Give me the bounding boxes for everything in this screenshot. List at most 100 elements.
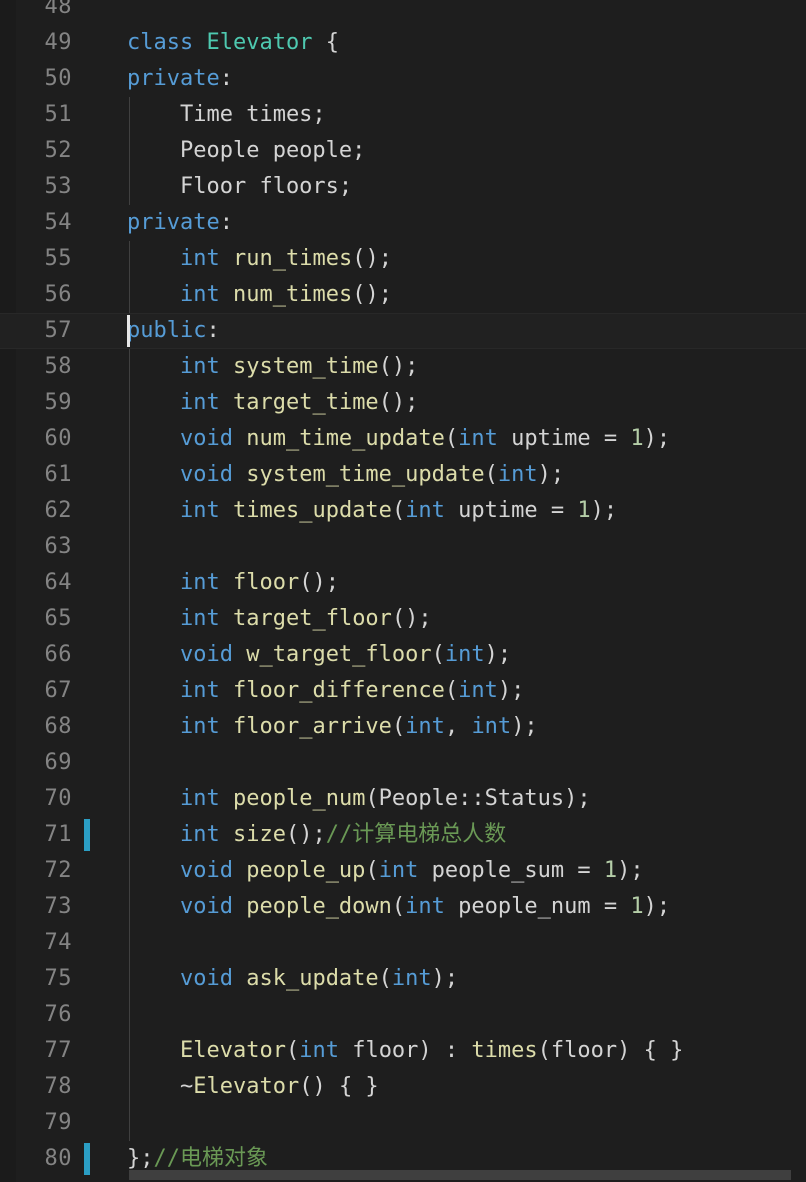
line-number[interactable]: 66: [0, 637, 72, 673]
code-line-text[interactable]: int size();//计算电梯总人数: [127, 817, 506, 853]
code-line[interactable]: 61 void system_time_update(int);: [0, 457, 806, 493]
code-line-text[interactable]: int floor();: [127, 565, 339, 601]
line-number[interactable]: 58: [0, 349, 72, 385]
code-line-text[interactable]: int floor_arrive(int, int);: [127, 709, 538, 745]
line-number[interactable]: 73: [0, 889, 72, 925]
code-line[interactable]: 52 People people;: [0, 133, 806, 169]
horizontal-scrollbar-track[interactable]: [0, 1168, 806, 1182]
code-line[interactable]: 64 int floor();: [0, 565, 806, 601]
code-line-text[interactable]: void w_target_floor(int);: [127, 637, 511, 673]
code-token-kw: void: [179, 858, 233, 883]
line-number[interactable]: 61: [0, 457, 72, 493]
code-line[interactable]: 48: [0, 0, 806, 25]
code-line[interactable]: 66 void w_target_floor(int);: [0, 637, 806, 673]
code-line[interactable]: 56 int num_times();: [0, 277, 806, 313]
line-number[interactable]: 76: [0, 997, 72, 1033]
line-number[interactable]: 72: [0, 853, 72, 889]
code-line-text[interactable]: Floor floors;: [127, 169, 352, 205]
line-number[interactable]: 51: [0, 97, 72, 133]
gutter-change-marker[interactable]: [84, 819, 90, 851]
line-number[interactable]: 77: [0, 1033, 72, 1069]
code-line[interactable]: 49 class Elevator {: [0, 25, 806, 61]
code-line-text[interactable]: Time times;: [127, 97, 326, 133]
code-line[interactable]: 50 private:: [0, 61, 806, 97]
code-line[interactable]: 55 int run_times();: [0, 241, 806, 277]
code-line-text[interactable]: private:: [127, 61, 233, 97]
line-number[interactable]: 53: [0, 169, 72, 205]
code-line-text[interactable]: int target_time();: [127, 385, 418, 421]
code-lines-container[interactable]: 48 49 class Elevator {50 private: 51 Time ti…: [0, 0, 806, 1177]
code-line[interactable]: 68 int floor_arrive(int, int);: [0, 709, 806, 745]
code-line[interactable]: 60 void num_time_update(int uptime = 1);: [0, 421, 806, 457]
code-line[interactable]: 62 int times_update(int uptime = 1);: [0, 493, 806, 529]
line-number[interactable]: 79: [0, 1105, 72, 1141]
line-number[interactable]: 59: [0, 385, 72, 421]
code-line-text[interactable]: void num_time_update(int uptime = 1);: [127, 421, 670, 457]
line-number[interactable]: 54: [0, 205, 72, 241]
code-line-text[interactable]: int target_floor();: [127, 601, 432, 637]
code-line-text[interactable]: class Elevator {: [127, 25, 339, 61]
code-line[interactable]: 76: [0, 997, 806, 1033]
code-token-kw: int: [179, 498, 220, 523]
code-line-text[interactable]: public:: [127, 313, 220, 349]
code-line[interactable]: 57 public:: [0, 313, 806, 349]
code-line-text[interactable]: int floor_difference(int);: [127, 673, 524, 709]
code-line[interactable]: 58 int system_time();: [0, 349, 806, 385]
code-line[interactable]: 72 void people_up(int people_sum = 1);: [0, 853, 806, 889]
line-number[interactable]: 62: [0, 493, 72, 529]
code-line[interactable]: 71 int size();//计算电梯总人数: [0, 817, 806, 853]
line-number[interactable]: 49: [0, 25, 72, 61]
code-line[interactable]: 59 int target_time();: [0, 385, 806, 421]
line-number[interactable]: 69: [0, 745, 72, 781]
code-token-pl: ();: [391, 606, 432, 631]
line-number[interactable]: 55: [0, 241, 72, 277]
line-number[interactable]: 67: [0, 673, 72, 709]
line-number[interactable]: 52: [0, 133, 72, 169]
code-editor[interactable]: 48 49 class Elevator {50 private: 51 Time ti…: [0, 0, 806, 1182]
code-line-text[interactable]: void system_time_update(int);: [127, 457, 564, 493]
code-line[interactable]: 79: [0, 1105, 806, 1141]
code-line[interactable]: 74: [0, 925, 806, 961]
code-line[interactable]: 53 Floor floors;: [0, 169, 806, 205]
line-number[interactable]: 63: [0, 529, 72, 565]
line-number[interactable]: 68: [0, 709, 72, 745]
code-line[interactable]: 67 int floor_difference(int);: [0, 673, 806, 709]
code-line-text[interactable]: People people;: [127, 133, 365, 169]
code-line-text[interactable]: void ask_update(int);: [127, 961, 458, 997]
line-number[interactable]: 64: [0, 565, 72, 601]
code-line[interactable]: 63: [0, 529, 806, 565]
code-line[interactable]: 75 void ask_update(int);: [0, 961, 806, 997]
code-line-text[interactable]: int num_times();: [127, 277, 392, 313]
horizontal-scrollbar-thumb[interactable]: [129, 1170, 791, 1180]
line-number[interactable]: 75: [0, 961, 72, 997]
code-line-text[interactable]: int people_num(People::Status);: [127, 781, 591, 817]
code-line-text[interactable]: ~Elevator() { }: [127, 1069, 379, 1105]
code-line[interactable]: 51 Time times;: [0, 97, 806, 133]
line-number[interactable]: 48: [0, 0, 72, 25]
line-number[interactable]: 78: [0, 1069, 72, 1105]
line-number[interactable]: 56: [0, 277, 72, 313]
code-line[interactable]: 65 int target_floor();: [0, 601, 806, 637]
code-line[interactable]: 77 Elevator(int floor) : times(floor) { …: [0, 1033, 806, 1069]
code-token-kw: int: [179, 714, 220, 739]
code-line-text[interactable]: void people_up(int people_sum = 1);: [127, 853, 644, 889]
line-number[interactable]: 60: [0, 421, 72, 457]
line-number[interactable]: 74: [0, 925, 72, 961]
code-line-text[interactable]: int times_update(int uptime = 1);: [127, 493, 617, 529]
line-number[interactable]: 70: [0, 781, 72, 817]
line-number[interactable]: 71: [0, 817, 72, 853]
code-line[interactable]: 78 ~Elevator() { }: [0, 1069, 806, 1105]
code-line-text[interactable]: private:: [127, 205, 233, 241]
code-line[interactable]: 70 int people_num(People::Status);: [0, 781, 806, 817]
line-number[interactable]: 50: [0, 61, 72, 97]
code-line-text[interactable]: int system_time();: [127, 349, 418, 385]
code-line[interactable]: 69: [0, 745, 806, 781]
code-line-text[interactable]: void people_down(int people_num = 1);: [127, 889, 670, 925]
line-number[interactable]: 65: [0, 601, 72, 637]
line-number[interactable]: 57: [0, 313, 72, 349]
code-line-text[interactable]: Elevator(int floor) : times(floor) { }: [127, 1033, 683, 1069]
code-line[interactable]: 54 private:: [0, 205, 806, 241]
code-line[interactable]: 73 void people_down(int people_num = 1);: [0, 889, 806, 925]
code-line-text[interactable]: int run_times();: [127, 241, 392, 277]
